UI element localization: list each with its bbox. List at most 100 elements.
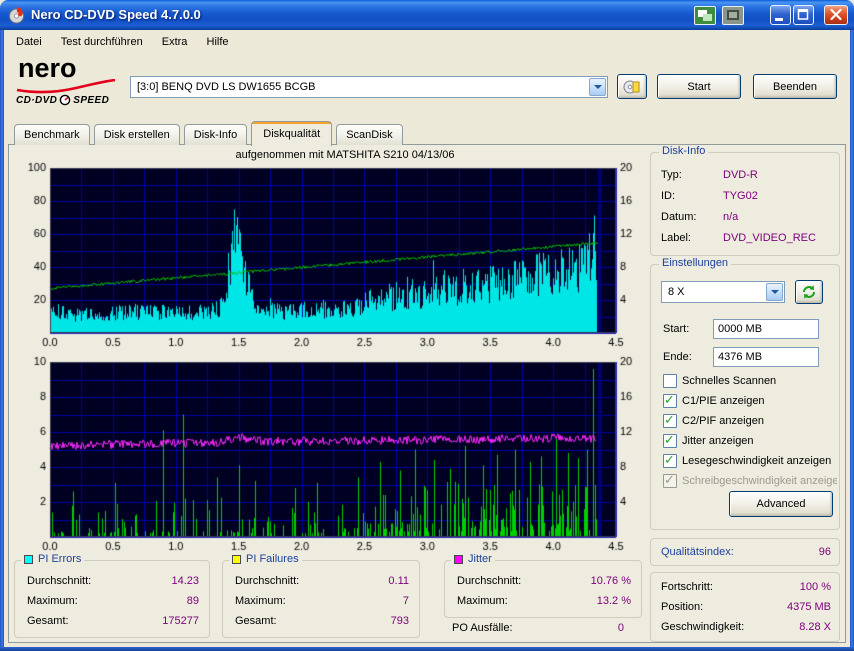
- refresh-speeds-button[interactable]: [795, 280, 823, 304]
- beenden-button[interactable]: Beenden: [753, 74, 837, 99]
- titlebar-extra-button-2[interactable]: [722, 6, 744, 25]
- minimize-icon: [771, 6, 790, 24]
- ende-field-label: Ende:: [663, 351, 692, 363]
- progress-row: Fortschritt:100 %: [661, 581, 831, 597]
- checkbox-c1-pie-anzeigen[interactable]: C1/PIE anzeigen: [663, 393, 837, 409]
- disk-label-value: DVD_VIDEO_REC: [723, 232, 816, 244]
- stat-row: Durchschnitt:14.23: [27, 575, 199, 591]
- tab-disk-erstellen[interactable]: Disk erstellen: [94, 124, 180, 145]
- logo-speed-text: SPEED: [73, 95, 109, 106]
- menu-datei[interactable]: Datei: [8, 30, 50, 56]
- jitter-legend-swatch: [454, 555, 463, 564]
- maximize-icon: [794, 6, 813, 24]
- speed-row: Geschwindigkeit:8.28 X: [661, 621, 831, 637]
- window-border-bottom: [0, 647, 854, 651]
- po-failures-value: 0: [618, 622, 624, 634]
- chart-caption: aufgenommen mit MATSHITA S210 04/13/06: [62, 149, 628, 161]
- stat-row: Maximum:89: [27, 595, 199, 611]
- progress-value: 100 %: [800, 581, 831, 597]
- disk-id-value: TYG02: [723, 190, 758, 202]
- close-button[interactable]: [824, 5, 848, 25]
- advanced-button[interactable]: Advanced: [729, 491, 833, 517]
- checkbox-icon: [663, 434, 677, 448]
- speedometer-icon: [59, 94, 71, 106]
- nero-logo: nero CD·DVD SPEED: [16, 57, 130, 111]
- chevron-down-icon: [771, 290, 779, 298]
- speed-value: 8.28 X: [799, 621, 831, 637]
- quality-index-value: 96: [819, 546, 831, 558]
- group-title: Einstellungen: [659, 257, 731, 269]
- group-title: Jitter: [468, 553, 492, 565]
- group-progress: Fortschritt:100 % Position:4375 MB Gesch…: [650, 572, 840, 642]
- menu-extra[interactable]: Extra: [154, 30, 196, 56]
- checkbox-jitter-anzeigen[interactable]: Jitter anzeigen: [663, 433, 837, 449]
- start-field[interactable]: [713, 319, 819, 339]
- tab-scandisk[interactable]: ScanDisk: [336, 124, 402, 145]
- group-pi-failures: PI Failures Durchschnitt:0.11 Maximum:7 …: [222, 560, 420, 638]
- checkbox-icon: [663, 454, 677, 468]
- stat-row: Durchschnitt:0.11: [235, 575, 409, 591]
- disk-type-row: Typ:DVD-R: [661, 169, 833, 185]
- group-qualitaetsindex: Qualitätsindex: 96: [650, 538, 840, 566]
- window-border-left: [0, 30, 4, 651]
- stat-row: Durchschnitt:10.76 %: [457, 575, 631, 591]
- checkbox-c2-pif-anzeigen[interactable]: C2/PIF anzeigen: [663, 413, 837, 429]
- group-disk-info: Disk-Info Typ:DVD-R ID:TYG02 Datum:n/a L…: [650, 152, 840, 256]
- group-title: PI Errors: [38, 553, 81, 565]
- disk-label-row: Label:DVD_VIDEO_REC: [661, 232, 833, 248]
- quality-index-row: Qualitätsindex: 96: [661, 539, 831, 565]
- checkbox-schreibgeschwindigkeit[interactable]: Schreibgeschwindigkeit anzeigen: [663, 473, 837, 489]
- logo-cddvd-text: CD·DVD: [16, 95, 57, 106]
- position-value: 4375 MB: [787, 601, 831, 617]
- start-field-label: Start:: [663, 323, 689, 335]
- chevron-down-icon: [594, 85, 602, 93]
- drive-extra-button[interactable]: [617, 74, 647, 99]
- start-button[interactable]: Start: [657, 74, 741, 99]
- pi-failures-jitter-chart: [14, 356, 644, 554]
- tab-disk-info[interactable]: Disk-Info: [184, 124, 247, 145]
- group-title: PI Failures: [246, 553, 299, 565]
- drive-select-value: [3:0] BENQ DVD LS DW1655 BCGB: [137, 81, 316, 93]
- disk-id-row: ID:TYG02: [661, 190, 833, 206]
- drive-select[interactable]: [3:0] BENQ DVD LS DW1655 BCGB: [130, 76, 608, 98]
- quality-index-label: Qualitätsindex:: [661, 546, 734, 558]
- checkbox-icon: [663, 374, 677, 388]
- po-failures-label: PO Ausfälle:: [452, 622, 513, 634]
- pi-errors-legend-swatch: [24, 555, 33, 564]
- stat-row: Maximum:13.2 %: [457, 595, 631, 611]
- checkbox-icon: [663, 414, 677, 428]
- position-row: Position:4375 MB: [661, 601, 831, 617]
- logo-swoosh: [16, 79, 116, 94]
- tab-strip: Benchmark Disk erstellen Disk-Info Diskq…: [14, 121, 404, 146]
- speed-select[interactable]: 8 X: [661, 281, 785, 303]
- disk-date-row: Datum:n/a: [661, 211, 833, 227]
- speed-select-dropdown-button[interactable]: [766, 283, 783, 301]
- minimize-button[interactable]: [770, 5, 791, 25]
- po-failures-row: PO Ausfälle: 0: [452, 622, 624, 634]
- window-title: Nero CD-DVD Speed 4.7.0.0: [31, 7, 201, 22]
- stat-row: Gesamt:793: [235, 615, 409, 631]
- maximize-button[interactable]: [793, 5, 814, 25]
- checkbox-schnelles-scannen[interactable]: Schnelles Scannen: [663, 373, 837, 389]
- checkbox-icon: [663, 394, 677, 408]
- title-bar[interactable]: Nero CD-DVD Speed 4.7.0.0: [0, 0, 854, 30]
- ende-field[interactable]: [713, 347, 819, 367]
- nero-app-icon: [7, 5, 27, 25]
- group-einstellungen: Einstellungen 8 X Start: Ende: Schnelles…: [650, 264, 840, 530]
- checkbox-icon: [663, 474, 677, 488]
- disk-type-value: DVD-R: [723, 169, 758, 181]
- pi-failures-legend-swatch: [232, 555, 241, 564]
- menu-hilfe[interactable]: Hilfe: [199, 30, 237, 56]
- disc-info-icon: [623, 79, 641, 95]
- tab-diskqualitaet[interactable]: Diskqualität: [251, 121, 332, 146]
- stat-row: Gesamt:175277: [27, 615, 199, 631]
- drive-select-dropdown-button[interactable]: [589, 78, 606, 96]
- titlebar-extra-button-1[interactable]: [694, 6, 716, 25]
- refresh-icon: [801, 284, 817, 300]
- menu-bar: Datei Test durchführen Extra Hilfe: [4, 30, 850, 56]
- stat-row: Maximum:7: [235, 595, 409, 611]
- checkbox-lesegeschwindigkeit[interactable]: Lesegeschwindigkeit anzeigen: [663, 453, 837, 469]
- tab-benchmark[interactable]: Benchmark: [14, 124, 90, 145]
- window-border-right: [850, 30, 854, 651]
- menu-test-durchfuehren[interactable]: Test durchführen: [53, 30, 151, 56]
